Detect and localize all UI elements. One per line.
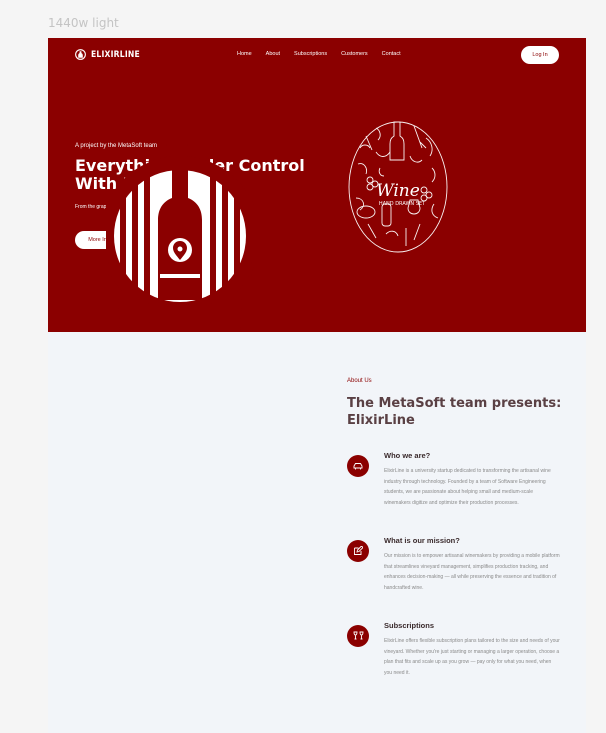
- login-button[interactable]: Log In: [521, 46, 559, 64]
- wine-art-title: Wine: [376, 181, 420, 201]
- brand-name: ELIXIRLINE: [91, 49, 140, 60]
- wine-glasses-icon: [347, 625, 369, 647]
- feature-title: What is our mission?: [384, 536, 460, 545]
- landing-page: ELIXIRLINE Home About Subscriptions Cust…: [48, 38, 586, 733]
- wine-illustration: Wine HAND DRAWN SET: [348, 121, 448, 253]
- wine-art-subtitle: HAND DRAWN SET: [379, 201, 426, 207]
- about-title: The MetaSoft team presents: ElixirLine: [347, 396, 562, 428]
- car-icon: [347, 455, 369, 477]
- feature-text: ElixirLine offers flexible subscription …: [384, 638, 560, 676]
- frame-label: 1440w light: [48, 16, 119, 30]
- feature-text: Our mission is to empower artisanal wine…: [384, 553, 560, 591]
- barrel-bottle-illustration: [106, 144, 254, 330]
- logo-icon: [75, 49, 86, 60]
- about-kicker: About Us: [347, 378, 372, 384]
- logo[interactable]: ELIXIRLINE: [75, 49, 140, 60]
- nav-link-customers[interactable]: Customers: [341, 51, 368, 57]
- nav-link-home[interactable]: Home: [237, 51, 252, 57]
- feature-text: ElixirLine is a university startup dedic…: [384, 468, 551, 506]
- feature-title: Who we are?: [384, 451, 431, 460]
- nav-link-contact[interactable]: Contact: [382, 51, 401, 57]
- main-nav: Home About Subscriptions Customers Conta…: [237, 51, 401, 57]
- nav-link-about[interactable]: About: [266, 51, 280, 57]
- nav-link-subscriptions[interactable]: Subscriptions: [294, 51, 327, 57]
- edit-icon: [347, 540, 369, 562]
- feature-title: Subscriptions: [384, 621, 435, 630]
